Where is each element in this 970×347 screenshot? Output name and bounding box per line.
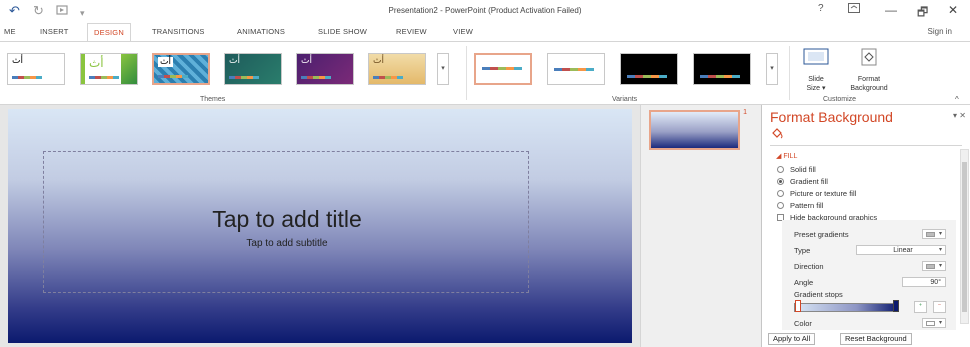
themes-more-button[interactable]: ▾ bbox=[437, 53, 449, 85]
angle-label: Angle bbox=[794, 278, 814, 287]
type-dropdown[interactable]: Linear ▾ bbox=[856, 245, 946, 255]
color-label: Color bbox=[794, 319, 812, 328]
close-button[interactable]: ✕ bbox=[948, 3, 958, 17]
theme-organic[interactable]: أث bbox=[368, 53, 426, 85]
pane-title: Format Background bbox=[770, 109, 893, 125]
type-label: Type bbox=[794, 246, 811, 255]
tab-insert[interactable]: INSERT bbox=[40, 27, 69, 36]
direction-button[interactable]: ▾ bbox=[922, 261, 946, 271]
fill-bucket-icon[interactable] bbox=[770, 127, 784, 145]
ribbon-display-button[interactable] bbox=[848, 3, 860, 16]
add-gradient-stop-button[interactable]: ⁺ bbox=[914, 301, 927, 313]
collapse-ribbon-button[interactable]: ^ bbox=[955, 95, 959, 104]
theme-sample-text: أث bbox=[89, 56, 104, 70]
ribbon-tab-bar: ME INSERT DESIGN TRANSITIONS ANIMATIONS … bbox=[0, 22, 970, 42]
variant-1[interactable] bbox=[474, 53, 532, 85]
themes-group-label: Themes bbox=[200, 96, 226, 103]
title-bar: ↶ ↻ ▾ Presentation2 - PowerPoint (Produc… bbox=[0, 0, 970, 22]
variant-3[interactable] bbox=[620, 53, 678, 85]
apply-to-all-button[interactable]: Apply to All bbox=[768, 333, 816, 345]
slide-editor: Tap to add title Tap to add subtitle bbox=[0, 105, 640, 347]
format-background-button[interactable]: Format Background bbox=[843, 48, 895, 93]
gradient-stop-handle[interactable] bbox=[893, 300, 899, 312]
picture-fill-label: Picture or texture fill bbox=[790, 189, 857, 198]
theme-integral[interactable]: أث bbox=[152, 53, 210, 85]
theme-sample-text: أث bbox=[158, 57, 173, 67]
angle-input[interactable]: 90° bbox=[902, 277, 946, 287]
tab-transitions[interactable]: TRANSITIONS bbox=[152, 27, 205, 36]
theme-sample-text: أث bbox=[229, 56, 240, 66]
gradient-fill-option[interactable]: Gradient fill bbox=[777, 177, 828, 186]
pattern-fill-label: Pattern fill bbox=[790, 201, 824, 210]
gradient-stops-label: Gradient stops bbox=[794, 290, 843, 299]
format-background-pane: Format Background ▾ ✕ ◢ FILL Solid fill … bbox=[761, 105, 970, 347]
theme-sample-text: أث bbox=[301, 56, 312, 66]
slide-size-label: Slide Size ▾ bbox=[806, 76, 826, 92]
type-value: Linear bbox=[893, 247, 913, 254]
variant-4[interactable] bbox=[693, 53, 751, 85]
solid-fill-label: Solid fill bbox=[790, 165, 816, 174]
slide-size-icon bbox=[795, 48, 837, 71]
radio-button[interactable] bbox=[777, 190, 784, 197]
design-ribbon: أث أث أث أث أث أث ▾ Themes ▾ Variants Sl… bbox=[0, 41, 970, 105]
minimize-button[interactable]: — bbox=[885, 3, 897, 17]
tab-design[interactable]: DESIGN bbox=[87, 23, 131, 42]
slide-thumbnail-pane: 1 bbox=[640, 105, 761, 347]
help-button[interactable]: ? bbox=[818, 3, 824, 14]
tab-review[interactable]: REVIEW bbox=[396, 27, 427, 36]
tab-view[interactable]: VIEW bbox=[453, 27, 473, 36]
variants-more-button[interactable]: ▾ bbox=[766, 53, 778, 85]
variants-group-label: Variants bbox=[612, 96, 638, 103]
remove-gradient-stop-button[interactable]: ⁻ bbox=[933, 301, 946, 313]
format-background-label: Format Background bbox=[850, 76, 888, 92]
slide-canvas[interactable]: Tap to add title Tap to add subtitle bbox=[8, 109, 632, 343]
tab-home[interactable]: ME bbox=[4, 27, 16, 36]
color-picker-button[interactable]: ▾ bbox=[922, 318, 946, 328]
picture-fill-option[interactable]: Picture or texture fill bbox=[777, 189, 857, 198]
theme-sample-text: أث bbox=[373, 56, 384, 66]
slide-size-button[interactable]: Slide Size ▾ bbox=[795, 48, 837, 93]
gradient-stops-bar[interactable] bbox=[794, 303, 899, 312]
slide-subtitle[interactable]: Tap to add subtitle bbox=[44, 238, 530, 249]
preset-gradients-button[interactable]: ▾ bbox=[922, 229, 946, 239]
gradient-settings: Preset gradients ▾ Type Linear ▾ Directio… bbox=[782, 220, 956, 330]
pattern-fill-option[interactable]: Pattern fill bbox=[777, 201, 824, 210]
gradient-fill-label: Gradient fill bbox=[790, 177, 828, 186]
title-placeholder[interactable]: Tap to add title Tap to add subtitle bbox=[43, 151, 529, 293]
tab-slide-show[interactable]: SLIDE SHOW bbox=[318, 27, 367, 36]
fill-section-header[interactable]: ◢ FILL bbox=[776, 152, 797, 160]
solid-fill-option[interactable]: Solid fill bbox=[777, 165, 816, 174]
radio-button[interactable] bbox=[777, 178, 784, 185]
sign-in-link[interactable]: Sign in bbox=[928, 27, 952, 36]
tab-animations[interactable]: ANIMATIONS bbox=[237, 27, 285, 36]
theme-ion[interactable]: أث bbox=[224, 53, 282, 85]
customize-group-label: Customize bbox=[823, 96, 857, 103]
slide-number: 1 bbox=[743, 109, 747, 116]
slide-thumbnail[interactable] bbox=[649, 110, 740, 150]
theme-ion-boardroom[interactable]: أث bbox=[296, 53, 354, 85]
theme-facet[interactable]: أث bbox=[80, 53, 138, 85]
restore-button[interactable]: 🗗 bbox=[917, 3, 928, 24]
pane-scrollbar[interactable] bbox=[960, 149, 969, 324]
window-title: Presentation2 - PowerPoint (Product Acti… bbox=[388, 6, 582, 15]
gradient-stop-handle[interactable] bbox=[795, 300, 801, 312]
variant-2[interactable] bbox=[547, 53, 605, 85]
preset-gradients-label: Preset gradients bbox=[794, 230, 849, 239]
radio-button[interactable] bbox=[777, 202, 784, 209]
theme-office[interactable]: أث bbox=[7, 53, 65, 85]
radio-button[interactable] bbox=[777, 166, 784, 173]
pane-close-button[interactable]: ▾ ✕ bbox=[953, 111, 966, 120]
reset-background-button[interactable]: Reset Background bbox=[840, 333, 912, 345]
direction-label: Direction bbox=[794, 262, 824, 271]
format-background-icon bbox=[843, 48, 895, 71]
slide-title[interactable]: Tap to add title bbox=[44, 206, 530, 233]
theme-sample-text: أث bbox=[12, 56, 23, 66]
